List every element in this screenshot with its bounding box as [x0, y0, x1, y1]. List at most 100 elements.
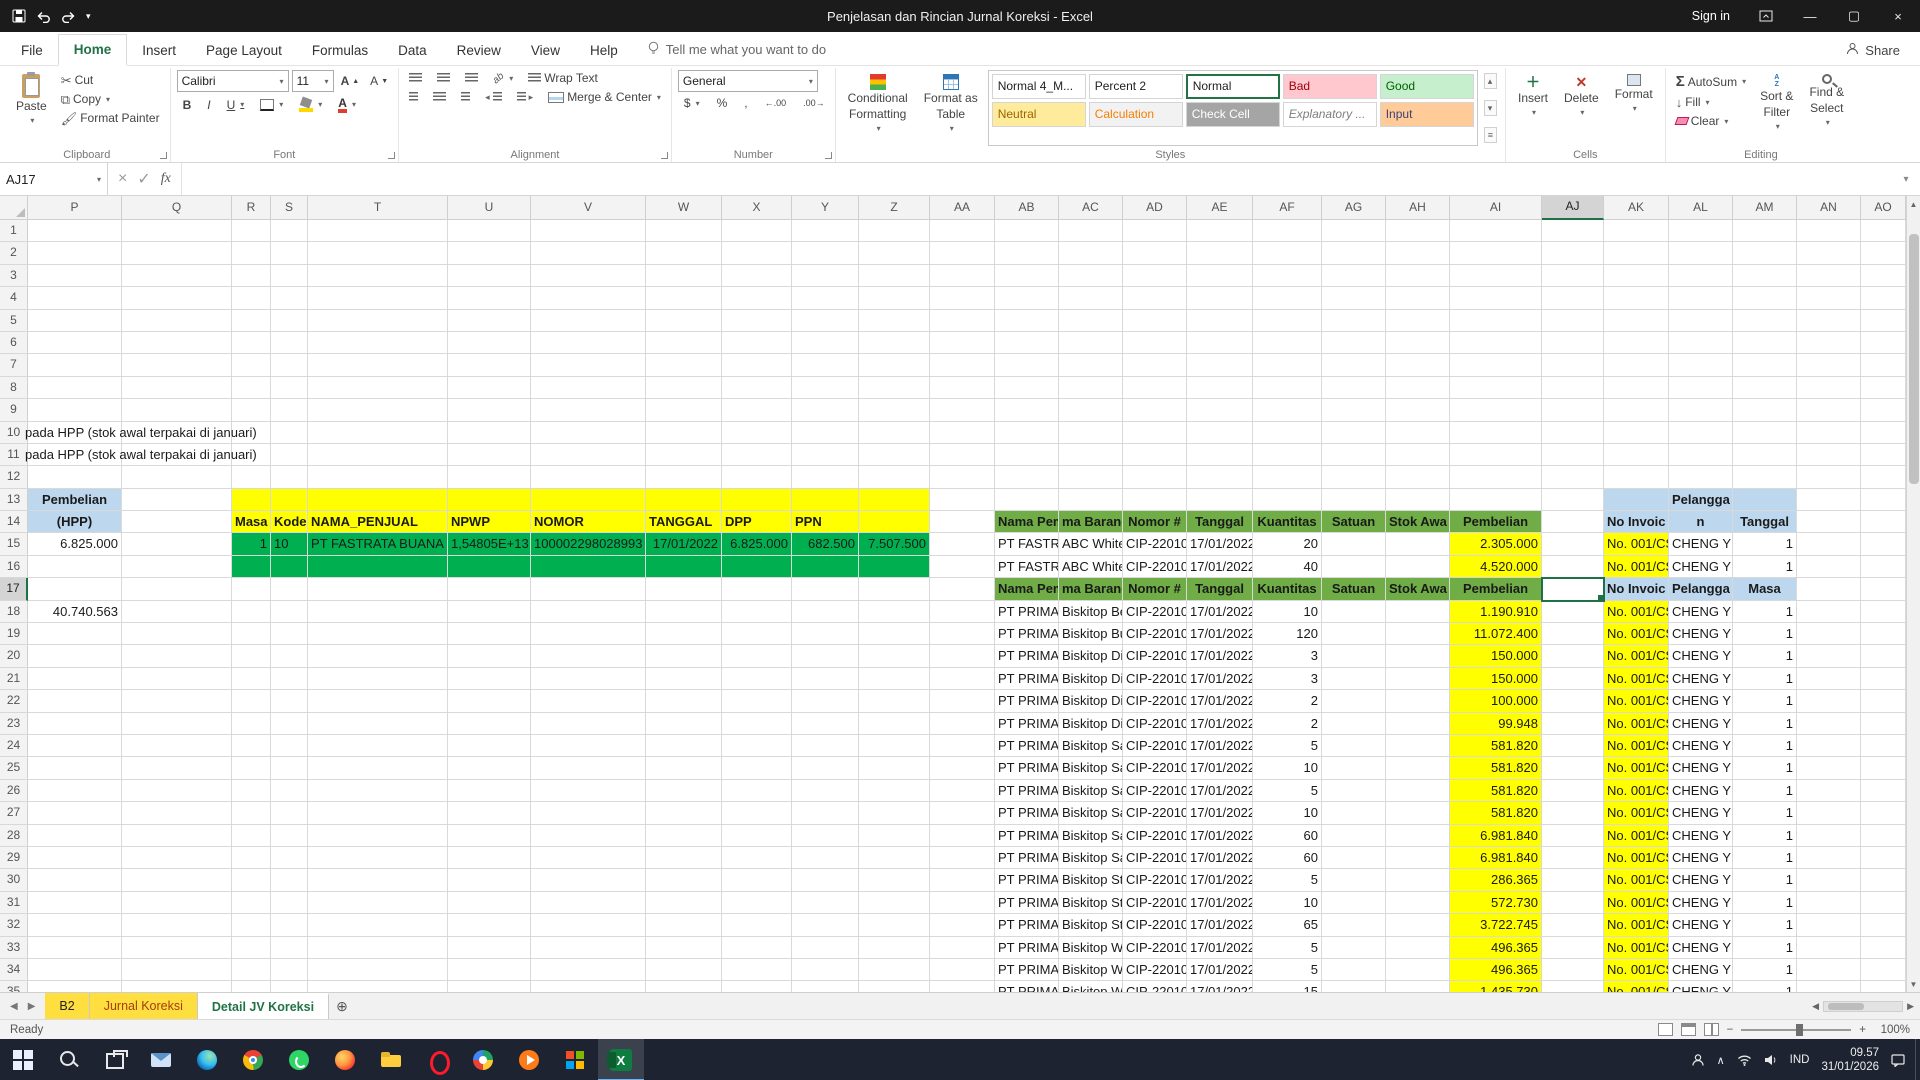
- cell-AA16[interactable]: [930, 556, 995, 578]
- cell-AG20[interactable]: [1322, 645, 1386, 667]
- cell-AF35[interactable]: 15: [1253, 981, 1322, 992]
- gallery-up-icon[interactable]: ▴: [1484, 73, 1497, 89]
- cell-X11[interactable]: [722, 444, 792, 466]
- cell-AK31[interactable]: No. 001/CS: [1604, 892, 1669, 914]
- cell-AD35[interactable]: CIP-22010: [1123, 981, 1187, 992]
- cell-AL18[interactable]: CHENG YE: [1669, 601, 1733, 623]
- cell-AN16[interactable]: [1797, 556, 1861, 578]
- cell-AA4[interactable]: [930, 287, 995, 309]
- cell-AM35[interactable]: 1: [1733, 981, 1797, 992]
- cell-AG5[interactable]: [1322, 310, 1386, 332]
- cell-AH24[interactable]: [1386, 735, 1450, 757]
- cell-Q20[interactable]: [122, 645, 232, 667]
- cell-R14[interactable]: Masa: [232, 511, 271, 533]
- cell-AC33[interactable]: Biskitop Wa: [1059, 937, 1123, 959]
- cell-Z35[interactable]: [859, 981, 930, 992]
- action-center-icon[interactable]: [1891, 1054, 1905, 1067]
- decrease-indent-button[interactable]: ◂: [481, 91, 506, 104]
- redo-icon[interactable]: [61, 10, 76, 23]
- cell-X35[interactable]: [722, 981, 792, 992]
- cell-T34[interactable]: [308, 959, 448, 981]
- cell-AO11[interactable]: [1861, 444, 1906, 466]
- cell-X28[interactable]: [722, 825, 792, 847]
- cell-AM13[interactable]: [1733, 489, 1797, 511]
- cell-AH5[interactable]: [1386, 310, 1450, 332]
- cell-Y7[interactable]: [792, 354, 859, 376]
- cell-U1[interactable]: [448, 220, 531, 242]
- cell-R26[interactable]: [232, 780, 271, 802]
- cell-P15[interactable]: 6.825.000: [28, 533, 122, 555]
- gallery-down-icon[interactable]: ▾: [1484, 100, 1497, 116]
- cell-T3[interactable]: [308, 265, 448, 287]
- cell-Y11[interactable]: [792, 444, 859, 466]
- row-header-31[interactable]: 31: [0, 892, 28, 914]
- wrap-text-button[interactable]: Wrap Text: [524, 70, 602, 86]
- cell-P17[interactable]: [28, 578, 122, 600]
- cell-T20[interactable]: [308, 645, 448, 667]
- cell-V20[interactable]: [531, 645, 646, 667]
- cell-AN31[interactable]: [1797, 892, 1861, 914]
- row-header-4[interactable]: 4: [0, 287, 28, 309]
- row-header-21[interactable]: 21: [0, 668, 28, 690]
- cell-AI9[interactable]: [1450, 399, 1542, 421]
- cell-AE33[interactable]: 17/01/2022: [1187, 937, 1253, 959]
- cell-AG25[interactable]: [1322, 757, 1386, 779]
- cell-W28[interactable]: [646, 825, 722, 847]
- cell-AI4[interactable]: [1450, 287, 1542, 309]
- cell-R20[interactable]: [232, 645, 271, 667]
- cell-AI13[interactable]: [1450, 489, 1542, 511]
- cell-AO25[interactable]: [1861, 757, 1906, 779]
- cell-S33[interactable]: [271, 937, 308, 959]
- cell-AC10[interactable]: [1059, 422, 1123, 444]
- cell-AO26[interactable]: [1861, 780, 1906, 802]
- cell-AJ4[interactable]: [1542, 287, 1604, 309]
- cell-V11[interactable]: [531, 444, 646, 466]
- cell-AG17[interactable]: Satuan: [1322, 578, 1386, 600]
- cell-AC5[interactable]: [1059, 310, 1123, 332]
- cell-AB11[interactable]: [995, 444, 1059, 466]
- cell-X3[interactable]: [722, 265, 792, 287]
- cell-AO21[interactable]: [1861, 668, 1906, 690]
- cell-T9[interactable]: [308, 399, 448, 421]
- cell-AK6[interactable]: [1604, 332, 1669, 354]
- cell-AO17[interactable]: [1861, 578, 1906, 600]
- cell-AD1[interactable]: [1123, 220, 1187, 242]
- cell-AG9[interactable]: [1322, 399, 1386, 421]
- cell-AG16[interactable]: [1322, 556, 1386, 578]
- row-header-30[interactable]: 30: [0, 869, 28, 891]
- cell-T19[interactable]: [308, 623, 448, 645]
- cell-T25[interactable]: [308, 757, 448, 779]
- cell-W24[interactable]: [646, 735, 722, 757]
- cell-AD34[interactable]: CIP-22010: [1123, 959, 1187, 981]
- cell-AL12[interactable]: [1669, 466, 1733, 488]
- mail-icon[interactable]: [138, 1039, 184, 1080]
- cell-AL9[interactable]: [1669, 399, 1733, 421]
- cell-AN17[interactable]: [1797, 578, 1861, 600]
- cell-Z33[interactable]: [859, 937, 930, 959]
- cell-AA13[interactable]: [930, 489, 995, 511]
- cell-AA1[interactable]: [930, 220, 995, 242]
- cell-AG15[interactable]: [1322, 533, 1386, 555]
- cell-AC1[interactable]: [1059, 220, 1123, 242]
- cell-AM34[interactable]: 1: [1733, 959, 1797, 981]
- column-header-AM[interactable]: AM: [1733, 196, 1797, 220]
- cell-AO32[interactable]: [1861, 914, 1906, 936]
- cell-AO19[interactable]: [1861, 623, 1906, 645]
- cell-AN26[interactable]: [1797, 780, 1861, 802]
- cell-AJ3[interactable]: [1542, 265, 1604, 287]
- cell-AF12[interactable]: [1253, 466, 1322, 488]
- cell-X27[interactable]: [722, 802, 792, 824]
- cell-AE7[interactable]: [1187, 354, 1253, 376]
- cell-P19[interactable]: [28, 623, 122, 645]
- cell-W1[interactable]: [646, 220, 722, 242]
- cell-W31[interactable]: [646, 892, 722, 914]
- orientation-button[interactable]: ab: [489, 72, 517, 85]
- sign-in-button[interactable]: Sign in: [1678, 0, 1744, 32]
- cell-V24[interactable]: [531, 735, 646, 757]
- cell-AB20[interactable]: PT PRIMA: [995, 645, 1059, 667]
- cell-W13[interactable]: [646, 489, 722, 511]
- row-header-3[interactable]: 3: [0, 265, 28, 287]
- cell-U18[interactable]: [448, 601, 531, 623]
- cell-Q22[interactable]: [122, 690, 232, 712]
- cell-V19[interactable]: [531, 623, 646, 645]
